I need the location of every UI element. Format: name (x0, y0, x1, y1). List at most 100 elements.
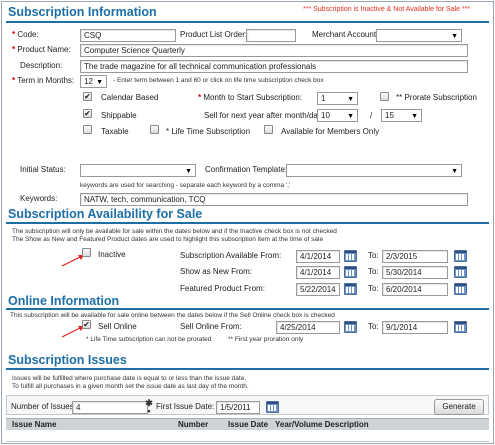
initial-status-label: Initial Status: (20, 165, 66, 174)
section-divider (6, 308, 489, 310)
online-desc: This subscription will be available for … (10, 312, 335, 319)
number-of-issues-field[interactable]: 4 (72, 401, 148, 414)
month-day-separator: / (370, 111, 373, 120)
availability-desc-2: The Show as New and Featured Product dat… (12, 236, 324, 243)
product-list-order-field[interactable] (246, 29, 296, 42)
new-from-field[interactable]: 4/1/2014 (296, 266, 340, 279)
inactive-label: Inactive (98, 250, 126, 259)
description-label: Description: (20, 61, 63, 70)
calendar-icon[interactable] (454, 266, 467, 278)
product-list-order-label: Product List Order: (180, 30, 248, 39)
issues-desc-1: Issues will be fulfilled where purchase … (12, 375, 247, 382)
keywords-label: Keywords: (20, 194, 58, 203)
chevron-down-icon: ▼ (185, 168, 192, 175)
term-hint: - Enter term between 1 and 60 or click o… (113, 77, 324, 84)
calendar-icon[interactable] (344, 266, 357, 278)
sell-online-label: Sell Online (98, 322, 137, 331)
note-first-year: ** First year proration only (228, 336, 304, 343)
check-icon: ✔ (83, 320, 90, 329)
check-icon: ✔ (84, 109, 91, 118)
product-name-field[interactable]: Computer Science Quarterly (80, 44, 468, 57)
confirmation-template-select[interactable]: ▼ (286, 164, 462, 177)
calendar-icon[interactable] (454, 321, 467, 333)
month-to-start-select[interactable]: 1 ▼ (317, 92, 358, 105)
members-only-checkbox[interactable] (264, 125, 273, 134)
month-to-start-label: * Month to Start Subscription: (198, 93, 303, 102)
note-lifetime: * Life Time subscription can not be pror… (86, 336, 212, 343)
featured-from-field[interactable]: 5/22/2014 (296, 283, 340, 296)
new-to-field[interactable]: 5/30/2014 (382, 266, 448, 279)
term-label: * Term in Months: (12, 76, 75, 85)
issues-desc-2: To fulfill all purchases in a given mont… (12, 383, 249, 390)
subscription-information-title: Subscription Information (8, 5, 157, 19)
featured-to-field[interactable]: 6/20/2014 (382, 283, 448, 296)
taxable-checkbox[interactable] (83, 125, 92, 134)
shippable-label: Shippable (101, 111, 137, 120)
term-select[interactable]: 12 ▼ (80, 75, 107, 88)
sell-next-year-label: Sell for next year after month/day : (204, 111, 327, 120)
prorate-checkbox[interactable] (380, 92, 389, 101)
chevron-down-icon: ▼ (96, 79, 103, 86)
column-header-number[interactable]: Number (178, 420, 208, 429)
sell-online-to-label: To: (368, 322, 379, 331)
stepper-icon[interactable]: ✱ ▪ (145, 399, 153, 416)
column-header-issue-date[interactable]: Issue Date (228, 420, 268, 429)
product-name-label: * Product Name: (12, 45, 71, 54)
section-divider (6, 21, 489, 23)
initial-status-select[interactable]: ▼ (80, 164, 196, 177)
chevron-down-icon: ▼ (347, 113, 354, 120)
calendar-based-checkbox[interactable]: ✔ (83, 92, 92, 101)
inactive-checkbox[interactable] (82, 248, 91, 257)
confirmation-template-label: Confirmation Template: (205, 165, 288, 174)
first-issue-date-label: First Issue Date: (156, 402, 215, 411)
new-to-label: To: (368, 267, 379, 276)
code-field[interactable]: CSQ (80, 29, 176, 42)
new-from-label: Show as New From: (180, 267, 253, 276)
sell-online-from-label: Sell Online From: (180, 322, 242, 331)
column-header-year-volume[interactable]: Year/Volume Description (275, 420, 369, 429)
chevron-down-icon: ▼ (451, 168, 458, 175)
calendar-based-label: Calendar Based (101, 93, 159, 102)
column-header-issue-name[interactable]: Issue Name (12, 420, 56, 429)
sell-online-to-field[interactable]: 9/1/2014 (382, 321, 448, 334)
number-of-issues-label: Number of Issues: (11, 402, 76, 411)
first-issue-date-field[interactable]: 1/5/2011 (216, 401, 260, 414)
lifetime-checkbox[interactable] (150, 125, 159, 134)
sell-online-from-field[interactable]: 4/25/2014 (276, 321, 340, 334)
section-divider (6, 368, 489, 370)
chevron-down-icon: ▼ (347, 96, 354, 103)
subscription-issues-title: Subscription Issues (8, 353, 127, 367)
sell-next-month-select[interactable]: 10 ▼ (317, 109, 358, 122)
sell-next-day-select[interactable]: 15 ▼ (381, 109, 422, 122)
section-divider (6, 222, 489, 224)
taxable-label: Taxable (101, 127, 129, 136)
online-information-title: Online Information (8, 294, 120, 308)
calendar-icon[interactable] (454, 283, 467, 295)
keywords-field[interactable]: NATW, tech, communication, TCQ (80, 193, 468, 206)
shippable-checkbox[interactable]: ✔ (83, 109, 92, 118)
chevron-down-icon: ▼ (451, 33, 458, 40)
merchant-account-label: Merchant Account: (312, 30, 379, 39)
calendar-icon[interactable] (344, 250, 357, 262)
calendar-icon[interactable] (344, 283, 357, 295)
generate-button[interactable]: Generate (434, 399, 484, 415)
available-from-field[interactable]: 4/1/2014 (296, 250, 340, 263)
keywords-hint: keywords are used for searching - separa… (80, 182, 291, 189)
sell-online-checkbox[interactable]: ✔ (82, 320, 91, 329)
featured-from-label: Featured Product From: (180, 284, 265, 293)
inactive-warning: *** Subscription is Inactive & Not Avail… (303, 6, 471, 13)
issues-table-body (6, 430, 489, 442)
calendar-icon[interactable] (454, 250, 467, 262)
calendar-icon[interactable] (344, 321, 357, 333)
available-from-label: Subscription Available From: (180, 251, 282, 260)
availability-desc-1: The subscription will only be available … (12, 228, 337, 235)
available-to-field[interactable]: 2/3/2015 (382, 250, 448, 263)
description-field[interactable]: The trade magazine for all technical com… (80, 60, 468, 73)
availability-title: Subscription Availability for Sale (8, 207, 203, 221)
calendar-icon[interactable] (266, 401, 279, 413)
merchant-account-select[interactable]: ▼ (376, 29, 462, 42)
chevron-down-icon: ▼ (411, 113, 418, 120)
prorate-label: ** Prorate Subscription (396, 93, 477, 102)
available-to-label: To: (368, 251, 379, 260)
lifetime-label: * Life Time Subscription (166, 127, 251, 136)
